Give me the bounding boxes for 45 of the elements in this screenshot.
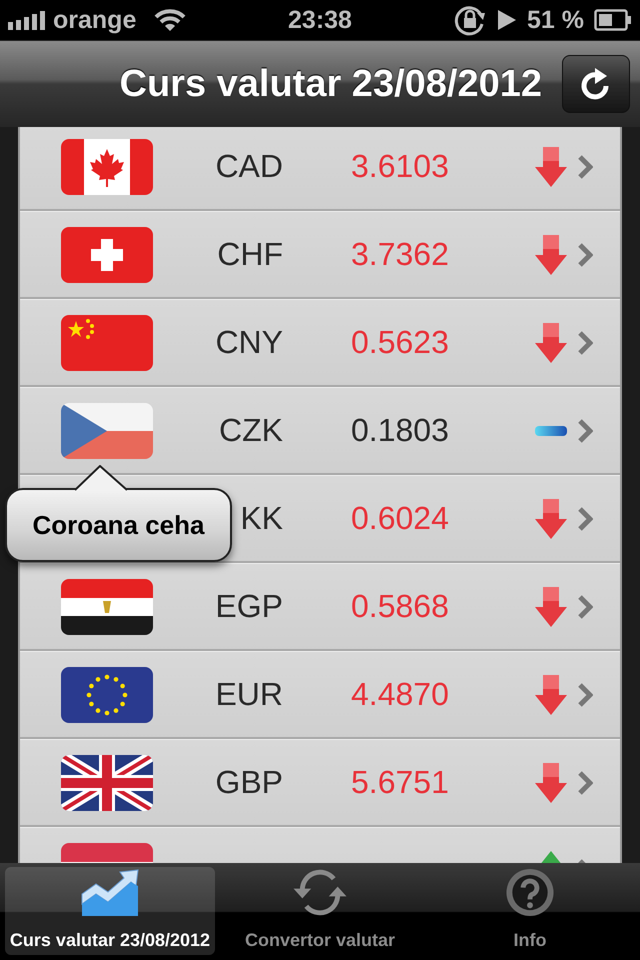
- flag-icon: [61, 226, 153, 282]
- tooltip: Coroana ceha: [5, 488, 232, 562]
- flag-icon: [61, 754, 153, 810]
- currency-code: CHF: [217, 236, 283, 273]
- exchange-rate: 4.4870: [351, 676, 450, 713]
- chevron-icon: [577, 682, 593, 708]
- chevron-icon: [577, 506, 593, 532]
- chevron-icon: [577, 770, 593, 796]
- chevron-icon: [577, 154, 593, 180]
- currency-code: CNY: [215, 324, 283, 361]
- chart-icon: [80, 868, 140, 918]
- tab[interactable]: Curs valutar 23/08/2012: [5, 867, 215, 955]
- battery-icon: [594, 9, 632, 31]
- chevron-icon: [577, 242, 593, 268]
- tab[interactable]: Convertor valutar: [215, 867, 425, 955]
- currency-code: EGP: [215, 588, 283, 625]
- currency-code: KK: [240, 500, 283, 537]
- signal-icon: [8, 10, 45, 30]
- flag-icon: [61, 314, 153, 370]
- chevron-icon: [577, 330, 593, 356]
- carrier-name: orange: [53, 6, 136, 34]
- flag-icon: [61, 578, 153, 634]
- chevron-icon: [577, 418, 593, 444]
- tab[interactable]: Info: [425, 867, 635, 955]
- flag-icon: [61, 402, 153, 458]
- flag-icon: [61, 138, 153, 194]
- wifi-icon: [154, 8, 186, 32]
- exchange-rate: 3.7362: [351, 236, 450, 273]
- chevron-icon: [577, 594, 593, 620]
- screen-title: Curs valutar 23/08/2012: [118, 62, 543, 106]
- battery-percent: 51 %: [527, 6, 584, 34]
- currency-code: CAD: [215, 148, 283, 185]
- exchange-rate: 0.1803: [351, 412, 450, 449]
- play-icon: [497, 9, 518, 31]
- currency-code: CZK: [219, 412, 283, 449]
- currency-code: EUR: [215, 676, 283, 713]
- exchange-rate: 3.6103: [351, 148, 450, 185]
- exchange-rate: 5.6751: [351, 764, 450, 801]
- clock-time: 23:38: [288, 6, 352, 34]
- exchange-rate: 0.6024: [351, 500, 450, 537]
- flag-icon: [61, 666, 153, 722]
- currency-code: GBP: [215, 764, 283, 801]
- exchange-rate: 0.5868: [351, 588, 450, 625]
- refresh-button[interactable]: [562, 55, 630, 113]
- exchange-rate: 0.5623: [351, 324, 450, 361]
